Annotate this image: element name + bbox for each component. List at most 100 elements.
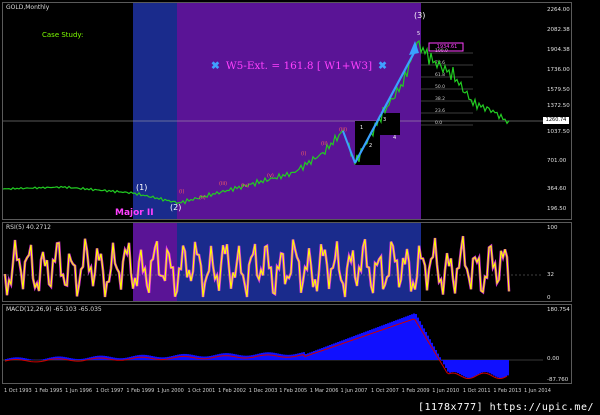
macd-bar — [503, 360, 505, 378]
watermark-text: [1178x777] https://upic.me/ — [417, 402, 594, 413]
macd-level-bottom: -87.760 — [547, 377, 569, 383]
macd-bar — [307, 353, 309, 360]
wave-label-2: (2) — [170, 203, 182, 212]
macd-bar — [449, 360, 451, 373]
macd-bar — [73, 358, 75, 360]
macd-bar — [413, 313, 415, 360]
time-axis-label: 1 Jun 2010 — [432, 388, 460, 394]
rsi-pane[interactable]: RSI(5) 40.2712 100 32 0 — [2, 222, 572, 302]
time-axis-label: 1 Feb 2009 — [401, 388, 430, 394]
macd-bar — [473, 360, 475, 377]
macd-bar — [41, 359, 43, 360]
macd-bar — [453, 360, 455, 373]
price-axis: 2264.00 2082.38 1904.38 1736.00 1579.50 1372.… — [543, 3, 571, 219]
time-axis-label: 1 Feb 1995 — [34, 388, 63, 394]
time-axis-label: 1 Oct 1993 — [4, 388, 32, 394]
macd-bar — [445, 360, 447, 368]
wave-label-1: (1) — [136, 183, 148, 192]
macd-bar — [229, 353, 231, 360]
price-chart-pane[interactable]: 100.0 78.6 61.8 50.0 38.2 23.6 0.0 GOLD,Monthl… — [2, 2, 572, 220]
time-axis-label: 1 Dec 2003 — [248, 388, 278, 394]
rsi-level-top: 100 — [547, 225, 558, 231]
time-axis-label: 1 Jun 1996 — [65, 388, 93, 394]
price-axis-label: 1372.50 — [547, 103, 570, 109]
time-axis-label: 1 Oct 1997 — [95, 388, 124, 394]
time-axis-label: 1 Oct 2011 — [462, 388, 491, 394]
rsi-title: RSI(5) 40.2712 — [6, 224, 51, 231]
macd-bar — [227, 353, 229, 360]
case-study-label: Case Study: — [42, 31, 84, 39]
macd-bar — [429, 339, 431, 360]
macd-bar — [403, 317, 405, 360]
subwave-label: (iv) — [241, 183, 250, 189]
macd-bar — [409, 315, 411, 360]
macd-bar — [501, 360, 503, 378]
current-price-tag: 1260.74 — [543, 117, 569, 124]
price-axis-label: 1037.50 — [547, 129, 570, 135]
macd-bar — [315, 350, 317, 360]
macd-pane[interactable]: MACD(12,26,9) -65.103 -65.035 180.754 0.… — [2, 304, 572, 384]
macd-bar — [481, 360, 483, 373]
macd-bar — [469, 360, 471, 378]
price-axis-label: 1579.50 — [547, 87, 570, 93]
macd-bar — [461, 360, 463, 376]
macd-bar — [391, 321, 393, 360]
macd-bar — [447, 360, 449, 372]
price-axis-label: 2082.38 — [547, 27, 570, 33]
macd-bar — [395, 320, 397, 360]
macd-bar — [119, 358, 121, 360]
macd-bar — [259, 353, 261, 360]
rsi-level-mid: 32 — [547, 272, 554, 278]
macd-bar — [79, 359, 81, 360]
macd-bar — [467, 360, 469, 378]
macd-bar — [267, 352, 269, 360]
time-axis-label: 1 Oct 2001 — [187, 388, 216, 394]
macd-bar — [311, 351, 313, 360]
subwave-label: (i) — [179, 189, 185, 195]
macd-bar — [319, 348, 321, 360]
price-axis-label: 196.50 — [547, 206, 567, 212]
macd-bar — [399, 318, 401, 360]
macd-bar — [299, 352, 301, 360]
macd-bar — [27, 358, 29, 360]
macd-bar — [265, 352, 267, 360]
macd-bar — [477, 360, 479, 375]
subwave-number-label: 3 — [383, 117, 387, 123]
macd-bar — [475, 360, 477, 376]
macd-bar — [71, 358, 73, 360]
macd-bar — [387, 323, 389, 360]
macd-bar — [397, 319, 399, 360]
macd-bar — [273, 352, 275, 360]
macd-bar — [297, 353, 299, 360]
macd-bar — [221, 353, 223, 360]
subwave-label: (iii) — [219, 181, 228, 187]
subwave-label: (i) — [301, 151, 307, 157]
macd-bar — [43, 359, 45, 360]
macd-bar — [497, 360, 499, 378]
macd-histogram — [5, 313, 509, 378]
subwave-label: (ii) — [321, 141, 328, 147]
macd-bar — [223, 353, 225, 360]
macd-bar — [29, 359, 31, 360]
time-axis-label: 1 Feb 2002 — [218, 388, 247, 394]
subwave-number-label: 1 — [360, 125, 364, 131]
macd-bar — [405, 316, 407, 360]
fib-level-label: 23.6 — [435, 108, 445, 114]
macd-bar — [313, 351, 315, 360]
macd-bar — [183, 353, 185, 360]
macd-bar — [181, 354, 183, 360]
macd-bar — [23, 357, 25, 360]
star-icon: ✖ — [378, 60, 387, 72]
macd-bar — [451, 360, 453, 373]
macd-bar — [493, 360, 495, 376]
macd-bar — [441, 360, 443, 361]
price-chart-svg: 100.078.661.850.038.223.60.0 — [3, 3, 543, 219]
macd-bar — [81, 358, 83, 360]
macd-bar — [261, 352, 263, 360]
price-axis-label: 1736.00 — [547, 67, 570, 73]
macd-bar — [275, 353, 277, 360]
time-axis-label: 1 Jun 2000 — [156, 388, 184, 394]
rsi-axis: 100 32 0 — [543, 223, 571, 301]
macd-bar — [317, 349, 319, 360]
time-axis-label: 1 Mar 2006 — [309, 388, 339, 394]
